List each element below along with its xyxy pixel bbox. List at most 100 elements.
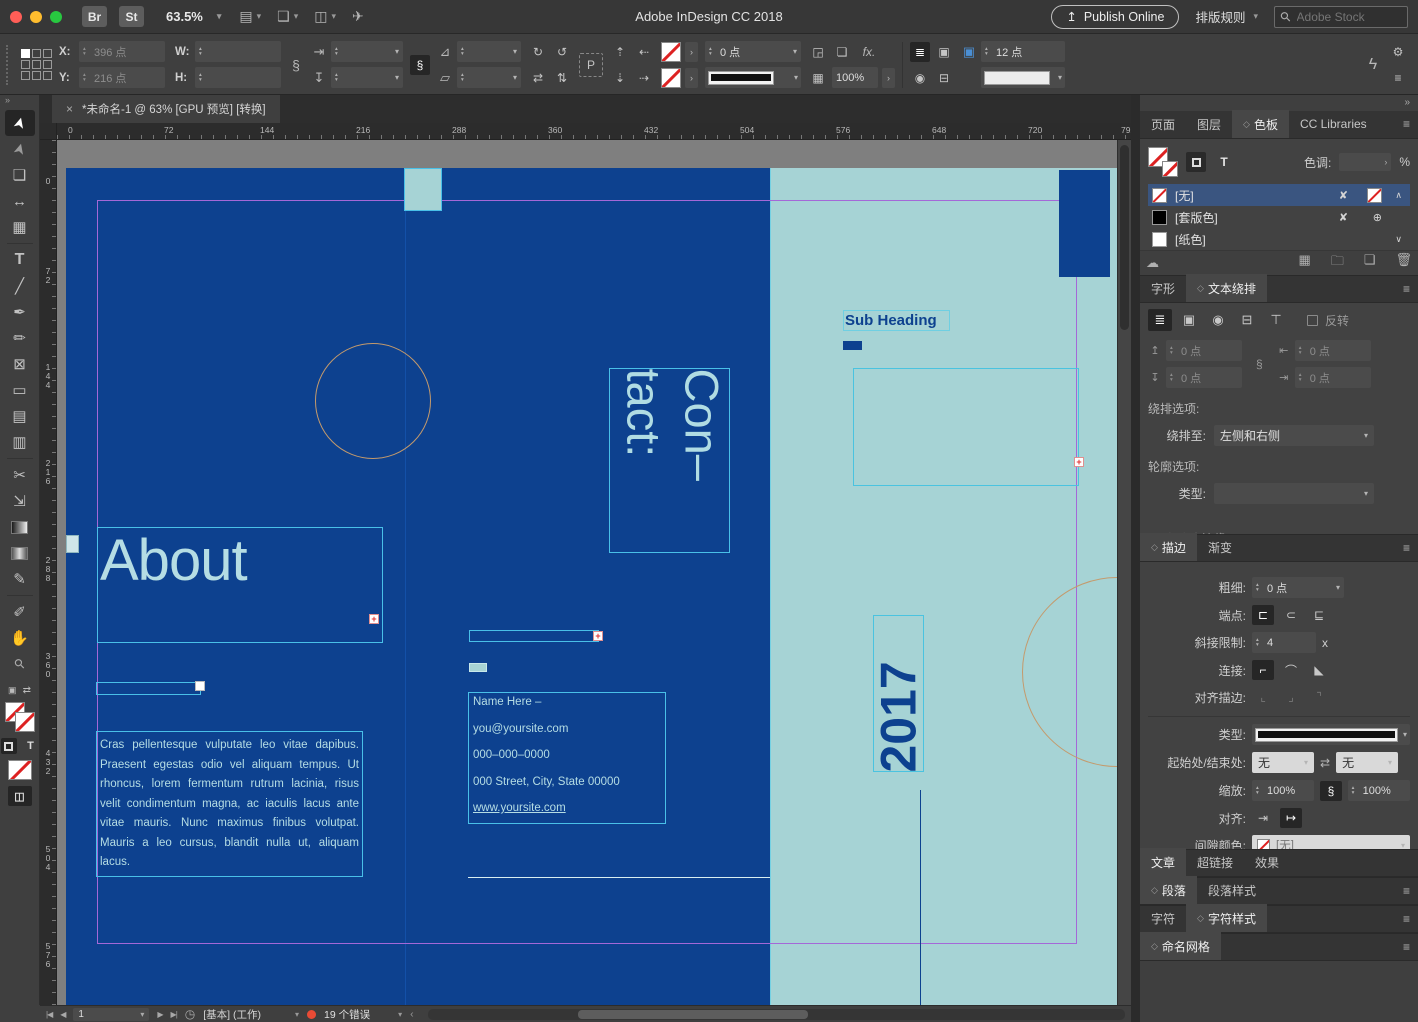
butt-cap-button[interactable]: ⊏ bbox=[1252, 605, 1274, 625]
scale-y-field[interactable] bbox=[331, 67, 403, 88]
jump-next-column-button[interactable]: ⊤ bbox=[1264, 309, 1288, 331]
swatch-row-registration[interactable]: [套版色] ✘ ⊕ bbox=[1148, 206, 1410, 228]
minimize-window-button[interactable] bbox=[30, 11, 42, 23]
empty-text-frame-3[interactable]: + bbox=[853, 368, 1079, 486]
select-content-button[interactable]: ⇠ bbox=[634, 42, 654, 62]
hand-tool[interactable]: ✋ bbox=[5, 625, 35, 651]
start-dropdown[interactable]: 无 bbox=[1252, 752, 1314, 773]
offset-bottom-field[interactable]: 0 点 bbox=[1166, 367, 1242, 388]
text-thread-inport[interactable] bbox=[66, 535, 79, 553]
zoom-level-control[interactable]: 63.5% ▾ bbox=[166, 9, 221, 24]
align-arrow-inside-button[interactable]: ↦ bbox=[1280, 808, 1302, 828]
vertical-ruler[interactable]: 072 144216 288360 432504 576 bbox=[40, 140, 57, 1005]
scale-end-field[interactable]: 100% bbox=[1348, 780, 1410, 801]
vertical-scrollbar-thumb[interactable] bbox=[1120, 145, 1129, 330]
scale-start-field[interactable]: 100% bbox=[1252, 780, 1314, 801]
offset-left-field[interactable]: 0 点 bbox=[1295, 340, 1371, 361]
tools-collapse-button[interactable]: » bbox=[0, 95, 39, 110]
blue-small-rect[interactable] bbox=[843, 341, 862, 350]
flip-vertical-button[interactable]: ⇅ bbox=[552, 68, 572, 88]
overset-indicator[interactable]: + bbox=[593, 631, 603, 641]
scale-x-field[interactable] bbox=[331, 41, 403, 62]
tab-text-wrap[interactable]: ◇ 文本绕排 bbox=[1186, 274, 1267, 302]
wrap-bounding-box-button[interactable]: ▣ bbox=[1177, 309, 1201, 331]
body-text-frame[interactable]: Cras pellentesque vulputate leo vitae da… bbox=[96, 731, 363, 877]
link-scale-icon[interactable]: § bbox=[1320, 781, 1341, 801]
jump-object-button[interactable]: ⊟ bbox=[1235, 309, 1259, 331]
horizontal-ruler[interactable]: 072 144216 288360 432504 576648 720792 bbox=[57, 123, 1131, 140]
next-page-button[interactable]: ▶ bbox=[157, 1010, 162, 1019]
tab-swatches[interactable]: ◇ 色板 bbox=[1232, 110, 1289, 138]
scroll-up-icon[interactable]: ∧ bbox=[1395, 190, 1402, 201]
select-container-button[interactable]: P bbox=[579, 53, 603, 77]
tab-glyphs[interactable]: 字形 bbox=[1140, 274, 1186, 302]
swap-fill-stroke-icon[interactable]: ⇄ bbox=[23, 685, 31, 696]
tab-gradient[interactable]: 渐变 bbox=[1197, 533, 1243, 561]
contact-rotated-frame[interactable]: Con– tact: bbox=[609, 368, 730, 553]
gear-icon[interactable]: ⚙ bbox=[1388, 42, 1408, 62]
gap-tool[interactable]: ↔ bbox=[5, 188, 35, 214]
wrap-object-shape-button[interactable]: ◉ bbox=[1206, 309, 1230, 331]
tab-character[interactable]: 字符 bbox=[1140, 904, 1186, 932]
tab-effects[interactable]: 效果 bbox=[1244, 848, 1290, 876]
panel-menu-icon[interactable]: ≡ bbox=[1403, 282, 1410, 296]
select-next-object-button[interactable]: ⇣ bbox=[610, 68, 630, 88]
cyan-small-rect[interactable] bbox=[469, 663, 487, 672]
align-inside-button[interactable]: ⌟ bbox=[1280, 687, 1302, 707]
tab-paragraph-styles[interactable]: 段落样式 bbox=[1197, 876, 1267, 904]
tint-field[interactable]: › bbox=[1339, 153, 1391, 171]
constrain-proportions-icon[interactable]: § bbox=[288, 57, 304, 73]
horizontal-rule[interactable] bbox=[468, 877, 770, 878]
panel-menu-icon[interactable]: ≡ bbox=[1403, 117, 1410, 131]
formatting-affects-text-button[interactable]: T bbox=[23, 738, 39, 754]
scissors-tool[interactable]: ✂ bbox=[5, 462, 35, 488]
shear-angle-field[interactable] bbox=[457, 67, 521, 88]
last-page-button[interactable]: ▶| bbox=[171, 1010, 177, 1019]
panel-cycle-icon[interactable]: ◇ bbox=[1151, 542, 1158, 553]
pen-tool[interactable]: ✒ bbox=[5, 299, 35, 325]
opacity-flyout-button[interactable]: › bbox=[882, 68, 895, 88]
stroke-proxy-swatch[interactable] bbox=[15, 712, 35, 732]
no-text-wrap-button[interactable]: ≣ bbox=[910, 42, 930, 62]
panel-menu-icon[interactable]: ≡ bbox=[1403, 541, 1410, 555]
scroll-left-icon[interactable]: ‹ bbox=[410, 1008, 414, 1020]
tab-stroke[interactable]: ◇ 描边 bbox=[1140, 533, 1197, 561]
panel-menu-icon[interactable]: ≡ bbox=[1403, 884, 1410, 898]
effects-button[interactable]: fx. bbox=[856, 45, 882, 59]
tab-paragraph[interactable]: ◇ 段落 bbox=[1140, 876, 1197, 904]
link-offsets-icon[interactable]: § bbox=[1256, 357, 1263, 371]
h-field[interactable] bbox=[195, 67, 281, 88]
projecting-cap-button[interactable]: ⊑ bbox=[1308, 605, 1330, 625]
stroke-type-dropdown[interactable] bbox=[705, 67, 801, 88]
selection-tool[interactable]: ➤ bbox=[5, 110, 35, 136]
contact-info-frame[interactable]: Name Here – you@yoursite.com 000–000–000… bbox=[468, 692, 666, 824]
gradient-feather-tool[interactable] bbox=[5, 540, 35, 566]
direct-selection-tool[interactable]: ➤ bbox=[5, 136, 35, 162]
adobe-stock-input[interactable] bbox=[1297, 10, 1389, 24]
screen-mode-button-toolbar[interactable]: ◫ bbox=[8, 786, 32, 806]
cyan-rectangle-top[interactable] bbox=[404, 168, 442, 211]
preflight-icon[interactable]: ◷ bbox=[185, 1007, 195, 1021]
select-previous-object-button[interactable]: ⇡ bbox=[610, 42, 630, 62]
panel-cycle-icon[interactable]: ◇ bbox=[1197, 913, 1204, 924]
panel-menu-icon[interactable]: ≡ bbox=[1403, 940, 1410, 954]
chevron-down-icon[interactable]: ▾ bbox=[217, 11, 222, 22]
tab-pages[interactable]: 页面 bbox=[1140, 110, 1186, 138]
share-button[interactable]: ✈ bbox=[352, 8, 364, 25]
panel-menu-icon[interactable]: ≡ bbox=[1403, 912, 1410, 926]
note-tool[interactable]: ✎ bbox=[5, 566, 35, 592]
bridge-button[interactable]: Br bbox=[82, 6, 107, 27]
font-size-field[interactable]: 12 点 bbox=[981, 41, 1065, 62]
reference-point-selector[interactable] bbox=[21, 49, 52, 80]
no-wrap-button[interactable]: ≣ bbox=[1148, 309, 1172, 331]
align-center-button[interactable]: ⌞ bbox=[1252, 687, 1274, 707]
panel-cycle-icon[interactable]: ◇ bbox=[1151, 885, 1158, 896]
tab-layers[interactable]: 图层 bbox=[1186, 110, 1232, 138]
x-field[interactable]: 396 点 bbox=[79, 41, 165, 62]
rotate-ccw-button[interactable]: ↺ bbox=[552, 42, 572, 62]
affects-container-button[interactable] bbox=[1186, 152, 1206, 172]
fill-stroke-proxy-panel[interactable] bbox=[1148, 147, 1178, 177]
bevel-join-button[interactable]: ◣ bbox=[1308, 660, 1330, 680]
tab-cc-libraries[interactable]: CC Libraries bbox=[1289, 110, 1378, 138]
gradient-swatch-tool[interactable] bbox=[5, 514, 35, 540]
